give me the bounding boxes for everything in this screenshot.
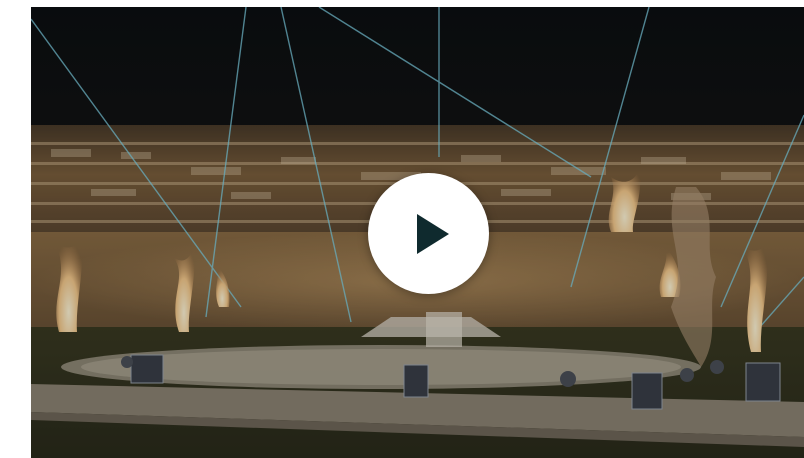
video-player[interactable] — [31, 7, 804, 458]
play-icon — [416, 213, 449, 254]
play-button[interactable] — [368, 173, 489, 294]
